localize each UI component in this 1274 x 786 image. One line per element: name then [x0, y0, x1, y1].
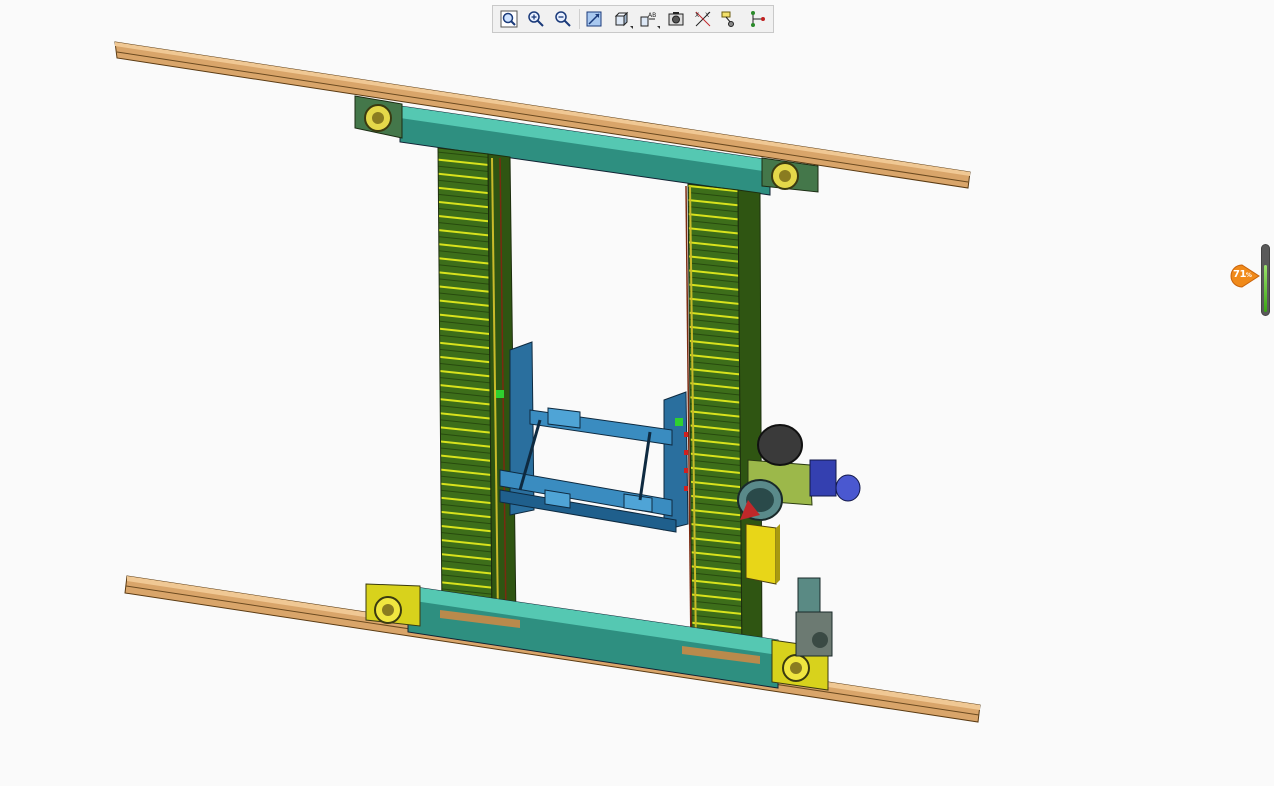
normal-view-icon: [585, 10, 603, 28]
zoom-in-icon: [527, 10, 545, 28]
zoom-out-icon: [554, 10, 572, 28]
right-column: [685, 183, 763, 655]
tree-icon: [749, 10, 767, 28]
zoom-value: 71: [1233, 269, 1246, 280]
measure-button[interactable]: XX: [691, 8, 715, 30]
iso-view-button[interactable]: [609, 8, 633, 30]
carriage-frame: [496, 341, 689, 533]
zoom-level-fill: [1264, 265, 1267, 312]
zoom-slider[interactable]: 71%: [1230, 244, 1274, 318]
fit-all-button[interactable]: [497, 8, 521, 30]
zoom-badge: 71%: [1230, 264, 1260, 288]
top-left-truck: [354, 95, 403, 139]
gear-motor: [795, 577, 833, 657]
zoom-track[interactable]: [1261, 244, 1270, 316]
viewer-toolbar: AB XX: [492, 5, 774, 33]
svg-text:AB: AB: [648, 12, 656, 19]
fit-all-icon: [500, 10, 518, 28]
bottom-left-truck: [365, 583, 421, 627]
dropdown-arrow-icon: [657, 26, 661, 29]
top-rail: [114, 41, 971, 189]
normal-view-button[interactable]: [582, 8, 606, 30]
zoom-in-button[interactable]: [524, 8, 548, 30]
dropdown-arrow-icon: [629, 26, 633, 29]
svg-text:X: X: [695, 12, 699, 19]
left-column: [437, 147, 517, 623]
pin-annotation-icon: [721, 10, 739, 28]
zoom-unit: %: [1245, 272, 1252, 279]
capture-button[interactable]: [664, 8, 688, 30]
svg-text:X: X: [705, 12, 709, 19]
junction-box: [745, 523, 780, 585]
toolbar-separator: [578, 9, 580, 29]
capture-icon: [667, 10, 685, 28]
pin-annotation-button[interactable]: [718, 8, 742, 30]
annotation-view-button[interactable]: AB: [636, 8, 661, 30]
model-viewport[interactable]: [0, 0, 1274, 786]
zoom-out-button[interactable]: [552, 8, 576, 30]
measure-icon: XX: [694, 10, 712, 28]
iso-view-icon: [612, 10, 630, 28]
annotation-view-icon: AB: [639, 10, 657, 28]
tree-button[interactable]: [746, 8, 770, 30]
